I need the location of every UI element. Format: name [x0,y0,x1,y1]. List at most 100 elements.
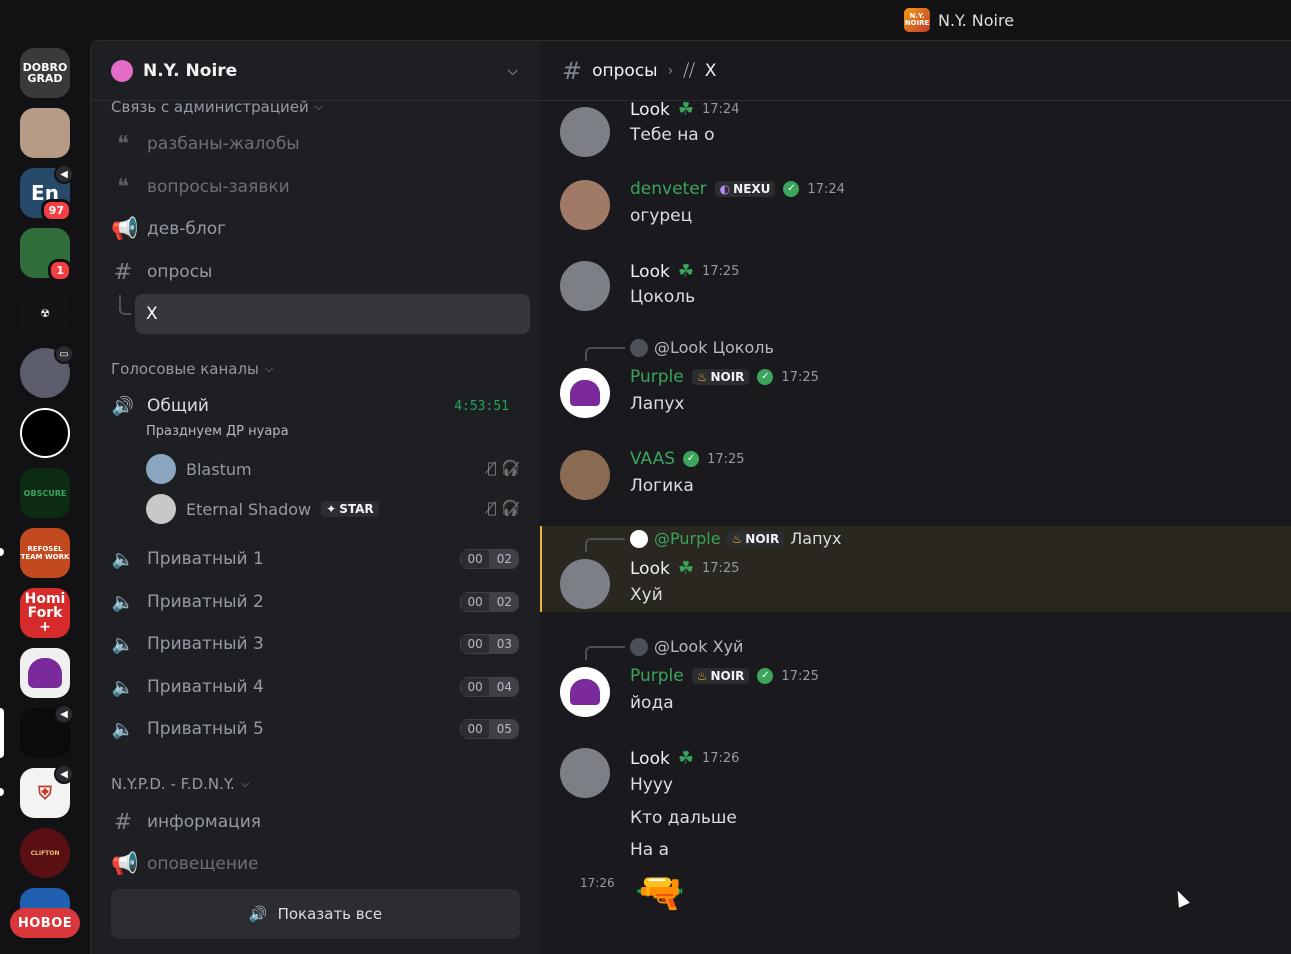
voice-channel-private-4[interactable]: 🔈 Приватный 4 00 04 [111,668,529,706]
window-title-text: N.Y. Noire [938,10,1015,30]
server-icon-3[interactable]: En ◀ 97 [20,164,74,222]
mention-badge: 1 [48,259,72,282]
channel-alerts[interactable]: 📢 оповещение [111,845,529,883]
server-list: DOBRO GRAD En ◀ 97 1 ☢ ▭ OBSCURE REFOSEL T… [0,40,90,954]
breadcrumb-channel[interactable]: опросы [592,61,657,81]
unread-pill [0,788,4,796]
thread-x[interactable]: X [135,294,530,334]
reply-preview[interactable]: @Purple ♨ NOIR Лапух [585,529,842,552]
channel-polls[interactable]: # опросы [111,253,529,291]
username[interactable]: Look [630,100,670,120]
server-clifton[interactable]: CLIFTON [20,828,70,878]
avatar[interactable] [560,748,610,798]
voice-channel-private-3[interactable]: 🔈 Приватный 3 00 03 [111,625,529,663]
username[interactable]: Look [630,749,670,769]
reply-preview[interactable]: @Look Цоколь [585,338,774,361]
category-voice[interactable]: Голосовые каналы ⌵ [111,360,273,378]
user-count: 00 [460,549,490,569]
timestamp: 17:25 [781,668,819,684]
channel-requests[interactable]: ❝ вопросы-заявки [111,168,529,206]
timestamp: 17:25 [781,369,819,385]
message-text: Цоколь [630,287,696,307]
user-tag: ♨ NOIR [691,369,750,385]
username[interactable]: Look [630,262,670,282]
user-limit-value: 02 [489,549,519,569]
show-all-button[interactable]: 🔊 Показать все [111,889,520,939]
user-limit-value: 03 [489,634,519,654]
avatar[interactable] [560,667,610,717]
channel-info[interactable]: # информация [111,803,529,841]
new-unreads-button[interactable]: НОВОЕ [10,908,80,938]
avatar [146,494,176,524]
server-header[interactable]: N.Y. Noire ⌵ [91,41,540,101]
user-limit: 00 03 [460,634,519,654]
chevron-down-icon: ⌵ [240,777,250,790]
server-avatar: ☢ [20,288,70,338]
title-bar: N.Y. NOIRE N.Y. Noire [0,0,1291,40]
chat-header: # опросы › ⧸⧸ X [540,41,1291,101]
clover-icon: ☘ [677,558,694,579]
chevron-down-icon: ⌵ [507,63,518,79]
thread-connector [119,295,131,315]
server-obscure[interactable]: OBSCURE [20,468,70,518]
server-dobro-grad[interactable]: DOBRO GRAD [20,48,70,98]
channel-unbans[interactable]: ❝ разбаны-жалобы [111,125,529,163]
voice-channel-general[interactable]: 🔊 Общий 4:53:51 [111,387,529,425]
voice-user[interactable]: Eternal Shadow ✦ STAR [146,493,379,525]
server-icon-2[interactable] [20,108,70,158]
message-text: Хуй [630,585,663,605]
server-icon-6[interactable]: ▭ [20,344,74,398]
gun-sticker-icon[interactable]: 🔫 [635,869,685,929]
tag-label: NEXU [733,182,771,196]
category-admin[interactable]: Связь с администрацией ⌵ [111,98,323,116]
avatar[interactable] [560,107,610,157]
message-text: Логика [630,476,694,496]
message-text: Лапух [630,394,685,414]
server-icon-5[interactable]: ☢ [20,288,70,338]
user-limit: 00 04 [460,677,519,697]
channel-devblog[interactable]: 📢 дев-блог [111,210,529,248]
avatar[interactable] [560,368,610,418]
avatar[interactable] [560,261,610,311]
avatar[interactable] [560,450,610,500]
server-fdny[interactable]: ⛨ ◀ [20,764,74,818]
username[interactable]: denveter [630,179,707,199]
message-text: На а [630,840,670,860]
clover-icon: ☘ [677,261,694,282]
server-homi-fork[interactable]: Homi Fork + [20,588,70,638]
voice-channel-private-1[interactable]: 🔈 Приватный 1 00 02 [111,540,529,578]
selected-pill [0,708,4,758]
server-refosel[interactable]: REFOSEL TEAM WORK [20,528,70,578]
avatar [630,338,648,357]
tag-label: STAR [339,502,374,516]
voice-channel-private-2[interactable]: 🔈 Приватный 2 00 02 [111,583,529,621]
user-tag: ◐ NEXU [714,181,776,197]
server-noire[interactable] [20,648,70,698]
voice-user[interactable]: Blastum [146,453,252,485]
avatar[interactable] [560,180,610,230]
speaker-icon: 🔊 [248,905,268,923]
thread-label: X [146,304,158,324]
megaphone-icon: 📢 [111,216,139,242]
reply-preview[interactable]: @Look Хуй [585,637,743,660]
username[interactable]: Purple [630,666,684,686]
category-label: N.Y.P.D. - F.D.N.Y. [111,775,235,793]
server-icon-4[interactable]: 1 [20,228,72,282]
voice-username: Blastum [186,459,252,479]
username[interactable]: Look [630,559,670,579]
reply-text: Лапух [790,529,842,548]
voice-channel-private-5[interactable]: 🔈 Приватный 5 00 05 [111,710,529,748]
server-icon-12[interactable]: ◀ [20,704,74,758]
server-avatar [20,108,70,158]
username[interactable]: Purple [630,367,684,387]
avatar[interactable] [560,559,610,609]
verified-icon: ✓ [783,181,800,197]
username[interactable]: VAAS [630,449,675,469]
channel-sidebar: N.Y. Noire ⌵ Связь с администрацией ⌵ ❝ ра… [90,40,540,954]
reply-connector [585,538,625,552]
server-icon-7[interactable] [20,408,70,458]
category-nypd[interactable]: N.Y.P.D. - F.D.N.Y. ⌵ [111,775,249,793]
fire-icon: ♨ [731,531,743,546]
reply-text: @Look Цоколь [654,338,774,357]
clover-icon: ☘ [677,748,694,769]
